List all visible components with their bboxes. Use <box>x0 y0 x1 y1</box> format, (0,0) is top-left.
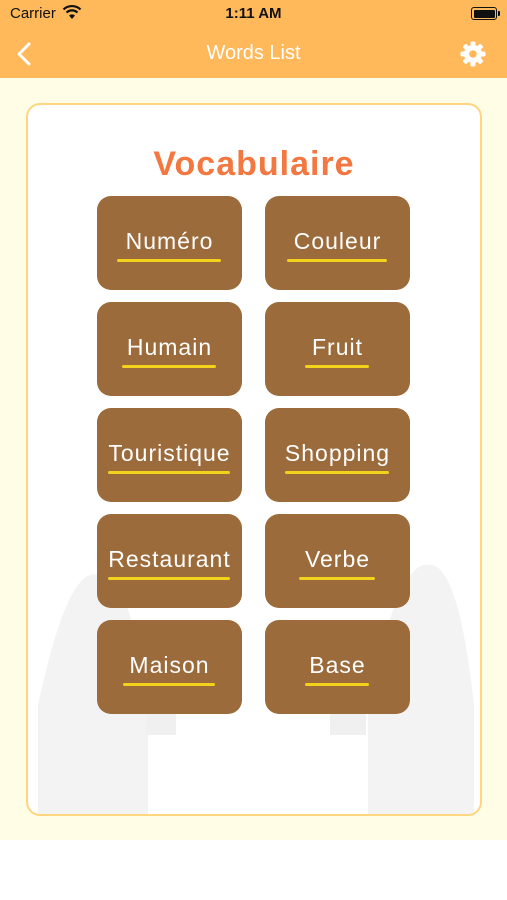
label-underline <box>287 259 387 262</box>
label-underline <box>122 365 216 368</box>
category-button-base[interactable]: Base <box>265 620 410 714</box>
main-content: Vocabulaire Numéro Couleur Humain Fruit … <box>0 78 507 840</box>
category-button-humain[interactable]: Humain <box>97 302 242 396</box>
category-button-numero[interactable]: Numéro <box>97 196 242 290</box>
category-label: Numéro <box>125 228 214 254</box>
label-underline <box>117 259 221 262</box>
label-underline <box>305 683 369 686</box>
label-underline <box>108 471 230 474</box>
label-underline <box>285 471 389 474</box>
category-label: Maison <box>129 652 210 678</box>
category-button-fruit[interactable]: Fruit <box>265 302 410 396</box>
category-label: Restaurant <box>108 546 231 572</box>
category-label: Couleur <box>293 228 382 254</box>
battery-icon <box>471 7 500 20</box>
label-underline <box>299 577 375 580</box>
label-underline <box>108 577 230 580</box>
category-button-touristique[interactable]: Touristique <box>97 408 242 502</box>
category-button-maison[interactable]: Maison <box>97 620 242 714</box>
clock-time: 1:11 AM <box>225 5 282 22</box>
category-label: Shopping <box>284 440 391 466</box>
category-button-restaurant[interactable]: Restaurant <box>97 514 242 608</box>
page-title: Vocabulaire <box>153 145 355 183</box>
category-button-shopping[interactable]: Shopping <box>265 408 410 502</box>
nav-title: Words List <box>206 42 301 64</box>
vocabulary-card: Vocabulaire Numéro Couleur Humain Fruit … <box>26 103 482 816</box>
label-underline <box>305 365 369 368</box>
category-button-couleur[interactable]: Couleur <box>265 196 410 290</box>
label-underline <box>123 683 215 686</box>
category-label: Humain <box>126 334 213 360</box>
category-label: Base <box>309 652 366 678</box>
category-label: Verbe <box>304 546 371 572</box>
gear-icon[interactable] <box>459 40 487 68</box>
category-label: Touristique <box>108 440 231 466</box>
category-button-verbe[interactable]: Verbe <box>265 514 410 608</box>
status-bar: Carrier 1:11 AM <box>0 0 507 30</box>
category-label: Fruit <box>312 334 363 360</box>
navigation-bar: Words List <box>0 30 507 78</box>
